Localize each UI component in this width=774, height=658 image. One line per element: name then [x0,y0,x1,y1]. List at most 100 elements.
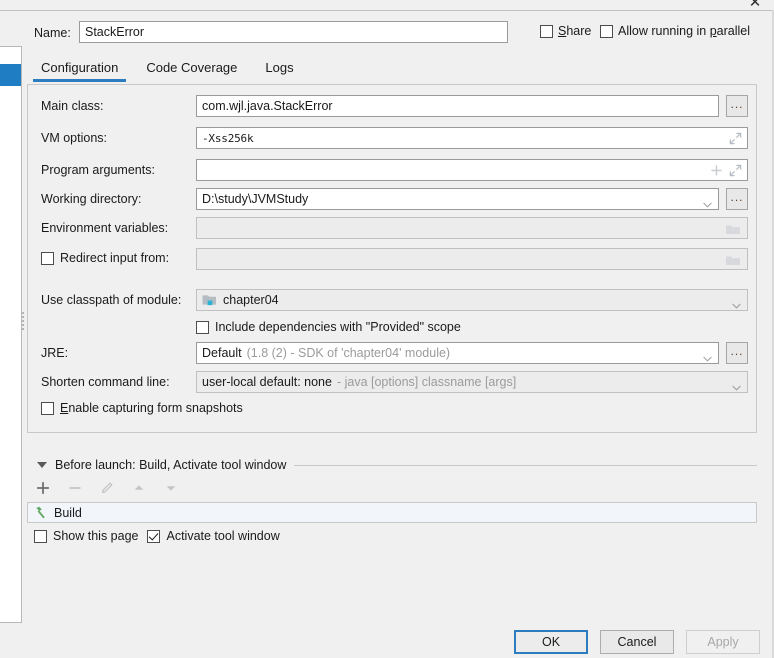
tab-bar[interactable]: Configuration Code Coverage Logs [27,55,308,82]
before-launch-list[interactable]: Build [27,502,757,523]
enable-snapshots-checkbox[interactable]: Enable capturing form snapshots [41,401,243,415]
classpath-module-chevron-down-icon[interactable] [732,298,741,309]
main-class-browse-button[interactable]: ... [726,95,748,117]
classpath-module-combo[interactable]: chapter04 [196,289,748,311]
redirect-input-checkbox[interactable]: Redirect input from: [41,251,169,265]
environment-variables-input[interactable] [196,217,748,239]
tab-code-coverage[interactable]: Code Coverage [132,58,251,82]
main-class-row: Main class: com.wjl.java.StackError ... [28,95,756,119]
shorten-command-line-row: Shorten command line: user-local default… [28,371,756,395]
activate-tool-window-checkbox-box[interactable] [147,529,161,543]
before-launch-title: Before launch: Build, Activate tool wind… [55,458,287,472]
enable-snapshots-row: Enable capturing form snapshots [28,398,756,422]
working-directory-value: D:\study\JVMStudy [202,192,309,206]
redirect-input-label: Redirect input from: [60,251,170,265]
apply-button[interactable]: Apply [686,630,760,654]
working-directory-combo[interactable]: D:\study\JVMStudy [196,188,719,210]
before-launch-rule [294,464,757,466]
splitter-handle[interactable] [20,310,26,332]
tab-logs[interactable]: Logs [251,58,307,82]
triangle-down-icon[interactable] [37,462,47,468]
allow-parallel-label: Allow running in parallel [618,24,751,38]
jre-hint: (1.8 (2) - SDK of 'chapter04' module) [246,346,451,360]
configuration-panel: Main class: com.wjl.java.StackError ... … [27,84,757,433]
allow-parallel-checkbox[interactable]: Allow running in parallel [600,24,750,38]
name-input[interactable] [79,21,508,43]
close-icon[interactable]: ✕ [744,0,766,13]
include-provided-label: Include dependencies with "Provided" sco… [215,320,461,334]
tab-configuration[interactable]: Configuration [27,58,132,82]
edit-button[interactable] [98,479,116,497]
cancel-button[interactable]: Cancel [600,630,674,654]
main-class-input[interactable]: com.wjl.java.StackError [196,95,719,117]
configurations-tree-selected-item[interactable] [0,64,21,86]
jre-combo[interactable]: Default (1.8 (2) - SDK of 'chapter04' mo… [196,342,719,364]
before-launch-toolbar[interactable] [34,476,180,500]
show-this-page-label: Show this page [53,529,139,543]
program-arguments-add-icon[interactable] [710,164,723,177]
before-launch-options: Show this page Activate tool window [34,529,280,543]
name-label: Name: [34,26,71,40]
program-arguments-expand-icon[interactable] [728,163,743,178]
vm-options-label: VM options: [41,131,108,145]
environment-variables-row: Environment variables: [28,217,756,241]
working-directory-label: Working directory: [41,192,142,206]
shorten-command-line-combo[interactable]: user-local default: none - java [options… [196,371,748,393]
jre-row: JRE: Default (1.8 (2) - SDK of 'chapter0… [28,342,756,366]
activate-tool-window-label: Activate tool window [166,529,280,543]
working-directory-browse-button[interactable]: ... [726,188,748,210]
move-up-button[interactable] [130,479,148,497]
classpath-module-value: chapter04 [223,293,279,307]
show-this-page-checkbox-box[interactable] [34,529,47,543]
classpath-module-label: Use classpath of module: [41,293,182,307]
add-button[interactable] [34,479,52,497]
include-provided-row: Include dependencies with "Provided" sco… [28,317,756,341]
include-provided-checkbox-box[interactable] [196,320,209,334]
shorten-command-line-chevron-down-icon[interactable] [732,380,741,391]
activate-tool-window-checkbox[interactable]: Activate tool window [147,529,280,543]
working-directory-row: Working directory: D:\study\JVMStudy ... [28,188,756,212]
share-checkbox[interactable]: Share [540,24,591,38]
vm-options-row: VM options: -Xss256k [28,127,756,151]
ok-button[interactable]: OK [514,630,588,654]
name-row: Name: Share Allow running in parallel [0,20,774,50]
share-checkbox-box[interactable] [540,24,553,38]
redirect-input-field[interactable] [196,248,748,270]
before-launch-header[interactable]: Before launch: Build, Activate tool wind… [27,455,757,475]
include-provided-checkbox[interactable]: Include dependencies with "Provided" sco… [196,320,461,334]
titlebar-divider [0,10,774,11]
hammer-icon [33,505,48,520]
vm-options-input[interactable]: -Xss256k [196,127,748,149]
shorten-command-line-hint: - java [options] classname [args] [336,375,517,389]
environment-variables-folder-icon[interactable] [725,222,741,236]
redirect-input-checkbox-box[interactable] [41,251,54,265]
redirect-input-folder-icon[interactable] [725,253,741,267]
module-icon [202,294,217,307]
configurations-tree-panel[interactable] [0,46,22,623]
program-arguments-input[interactable] [196,159,748,181]
before-launch-item-label: Build [54,505,82,520]
remove-button[interactable] [66,479,84,497]
environment-variables-label: Environment variables: [41,221,169,235]
show-this-page-checkbox[interactable]: Show this page [34,529,138,543]
jre-label: JRE: [41,346,69,360]
program-arguments-row: Program arguments: [28,159,756,183]
move-down-button[interactable] [162,479,180,497]
vm-options-value: -Xss256k [202,131,254,145]
jre-chevron-down-icon[interactable] [703,351,712,362]
main-class-value: com.wjl.java.StackError [202,99,333,113]
classpath-module-row: Use classpath of module: chapter04 [28,289,756,313]
allow-parallel-checkbox-box[interactable] [600,24,613,38]
main-class-label: Main class: [41,99,104,113]
shorten-command-line-label: Shorten command line: [41,375,170,389]
dialog-button-bar: OK Cancel Apply [514,630,760,654]
shorten-command-line-value: user-local default: none [202,375,332,389]
vm-options-expand-icon[interactable] [728,131,743,146]
working-directory-chevron-down-icon[interactable] [703,197,712,208]
enable-snapshots-checkbox-box[interactable] [41,401,54,415]
jre-value: Default [202,346,242,360]
enable-snapshots-label: Enable capturing form snapshots [60,401,243,415]
program-arguments-label: Program arguments: [41,163,155,177]
redirect-input-row: Redirect input from: [28,248,756,272]
jre-browse-button[interactable]: ... [726,342,748,364]
